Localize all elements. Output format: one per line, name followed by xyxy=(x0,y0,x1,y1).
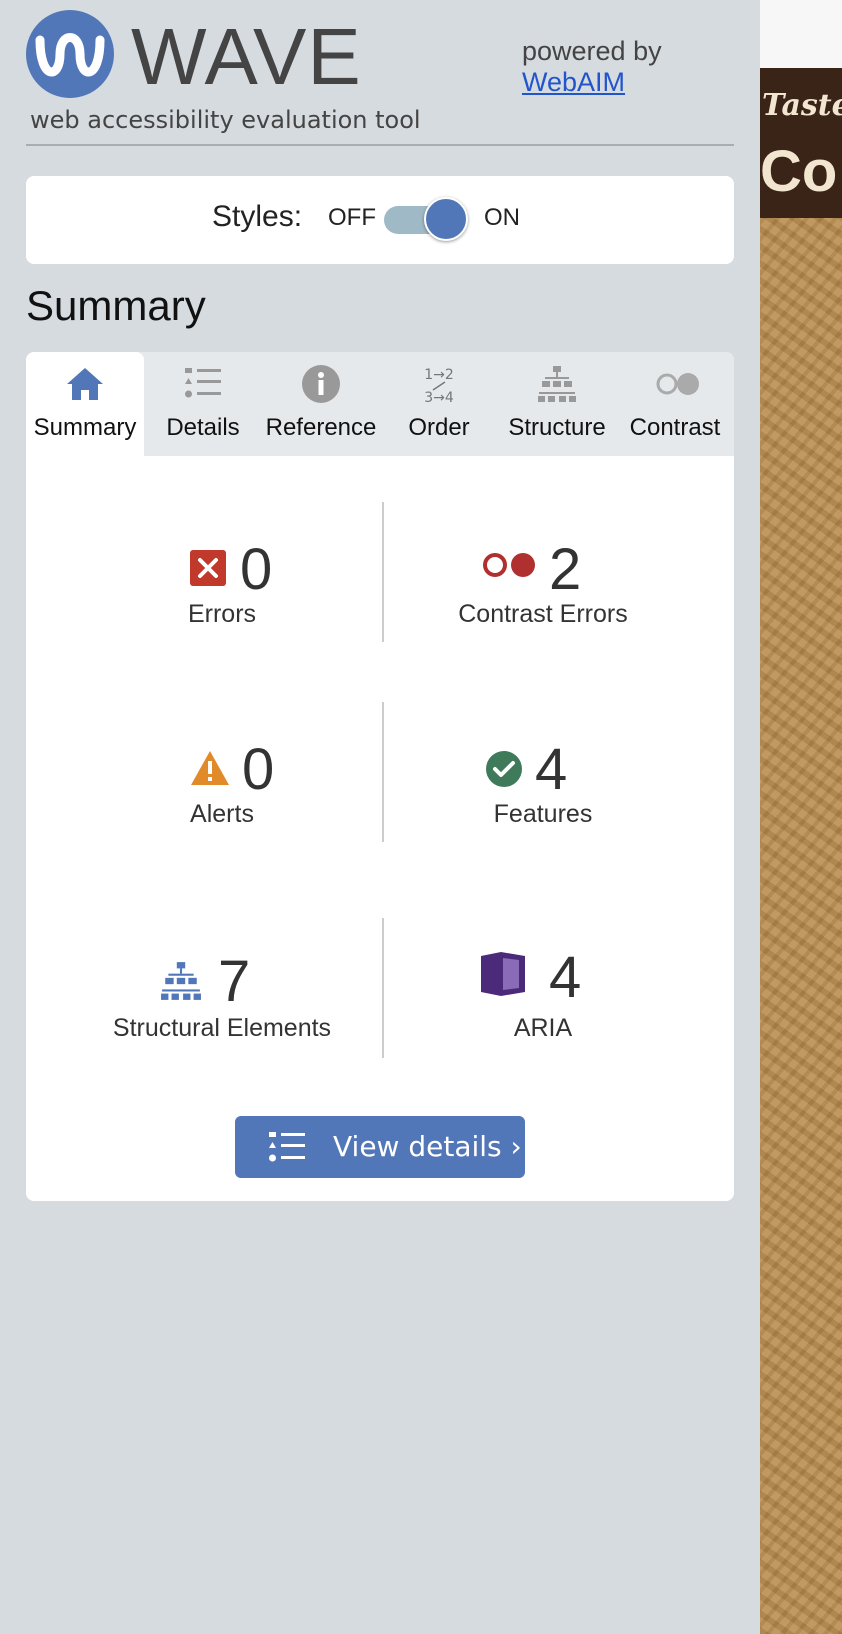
powered-by-label: powered by xyxy=(522,36,662,66)
webaim-link[interactable]: WebAIM xyxy=(522,67,625,97)
home-icon xyxy=(67,368,103,400)
alerts-label: Alerts xyxy=(190,800,254,828)
styles-toggle-panel: Styles: OFF ON xyxy=(26,176,734,264)
header-divider xyxy=(26,144,734,146)
logo-wordmark: WAVE xyxy=(131,12,362,101)
contrast-error-icon xyxy=(483,553,535,577)
stat-contrast-errors[interactable]: 2 Contrast Errors xyxy=(383,532,703,672)
wave-sidebar: WAVE web accessibility evaluation tool p… xyxy=(0,0,760,1634)
tab-label: Contrast xyxy=(629,414,721,441)
stat-aria[interactable]: 4 ARIA xyxy=(383,948,703,1088)
alerts-count: 0 xyxy=(242,737,275,802)
tab-summary[interactable]: Summary xyxy=(26,352,144,456)
structure-icon xyxy=(161,962,201,1000)
tab-bar: Summary Details Reference 1→2 3→4 Order … xyxy=(26,352,734,456)
contrast-icon xyxy=(656,373,699,395)
toggle-knob xyxy=(424,197,468,241)
preview-heading: Co xyxy=(760,139,838,204)
stat-errors[interactable]: 0 Errors xyxy=(62,532,382,672)
error-icon xyxy=(190,550,226,586)
features-count: 4 xyxy=(535,737,568,802)
tab-contrast[interactable]: Contrast xyxy=(616,352,734,456)
info-icon xyxy=(302,365,340,403)
alert-icon xyxy=(191,751,229,785)
view-details-button[interactable]: View details › xyxy=(235,1116,525,1178)
powered-by: powered by WebAIM xyxy=(522,36,662,98)
contrast-errors-label: Contrast Errors xyxy=(458,600,628,628)
structure-icon xyxy=(538,366,576,402)
errors-label: Errors xyxy=(187,600,257,628)
feature-check-icon xyxy=(486,751,522,787)
tab-order[interactable]: 1→2 3→4 Order xyxy=(380,352,498,456)
logo-tagline: web accessibility evaluation tool xyxy=(30,106,421,134)
tab-label: Structure xyxy=(508,414,606,441)
preview-background-texture xyxy=(760,218,842,1634)
aria-icon xyxy=(481,952,525,996)
aria-count: 4 xyxy=(549,945,582,1010)
view-details-label: View details › xyxy=(333,1130,522,1163)
tab-reference[interactable]: Reference xyxy=(262,352,380,456)
stat-features[interactable]: 4 Features xyxy=(383,732,703,872)
contrast-errors-count: 2 xyxy=(549,537,582,602)
styles-toggle-switch[interactable] xyxy=(384,197,468,241)
structural-count: 7 xyxy=(218,949,251,1014)
aria-label: ARIA xyxy=(513,1014,573,1042)
wave-logo-icon xyxy=(26,10,114,98)
list-icon xyxy=(185,368,221,398)
tab-structure[interactable]: Structure xyxy=(498,352,616,456)
tab-label: Summary xyxy=(33,414,137,441)
preview-script-text: Taste xyxy=(762,88,842,123)
order-icon-bottom: 3→4 xyxy=(424,390,454,404)
tab-details[interactable]: Details xyxy=(144,352,262,456)
styles-on-label: ON xyxy=(484,204,520,231)
summary-panel: Summary Details Reference 1→2 3→4 Order … xyxy=(26,352,734,1201)
page-preview[interactable]: Taste Co xyxy=(760,0,842,1634)
order-icon-top: 1→2 xyxy=(424,367,454,383)
errors-count: 0 xyxy=(240,537,273,602)
structural-label: Structural Elements xyxy=(112,1014,332,1042)
stat-structural[interactable]: 7 Structural Elements xyxy=(62,948,382,1088)
tab-label: Details xyxy=(166,414,240,441)
preview-banner: Taste Co xyxy=(760,68,842,218)
styles-off-label: OFF xyxy=(328,204,376,231)
features-label: Features xyxy=(493,800,593,828)
order-icon: 1→2 3→4 xyxy=(424,367,454,404)
stat-alerts[interactable]: 0 Alerts xyxy=(62,732,382,872)
summary-heading: Summary xyxy=(26,282,206,329)
list-icon xyxy=(269,1132,305,1162)
styles-label: Styles: xyxy=(212,200,303,233)
tab-label: Order xyxy=(408,414,470,441)
preview-top-bar xyxy=(760,0,842,68)
tab-label: Reference xyxy=(265,414,377,441)
